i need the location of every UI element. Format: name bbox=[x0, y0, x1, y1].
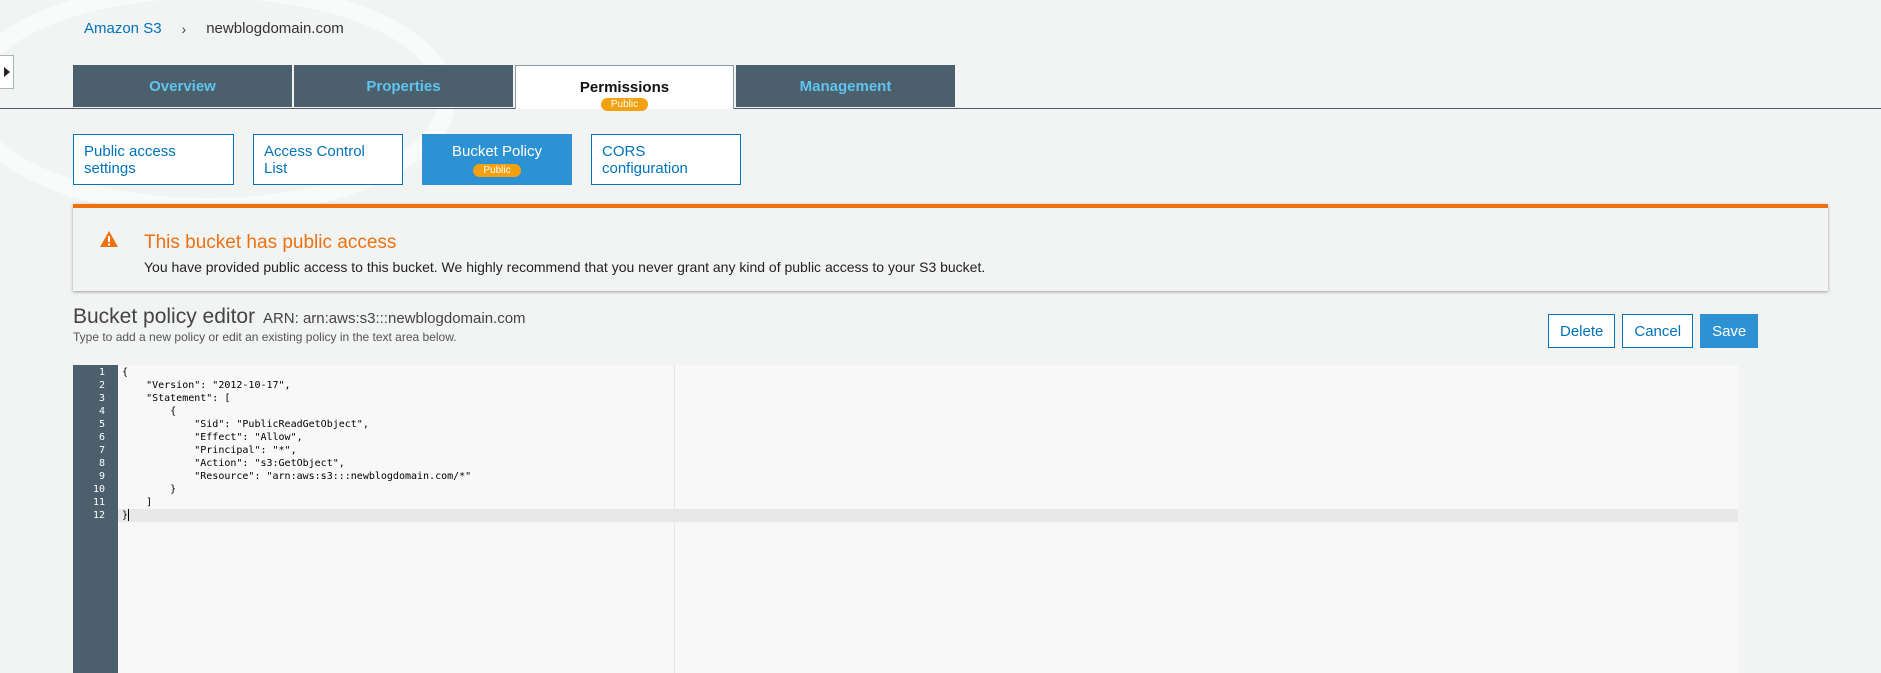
tab-management[interactable]: Management bbox=[736, 65, 955, 107]
permissions-subtabs: Public access settings Access Control Li… bbox=[73, 134, 760, 185]
code-line: } bbox=[122, 484, 177, 495]
line-number-gutter: 1 2 3 4 5 6 7 8 9 10 11 12 bbox=[73, 365, 118, 673]
public-access-alert: This bucket has public access You have p… bbox=[73, 204, 1828, 291]
line-number: 10 bbox=[92, 484, 105, 495]
subtab-access-control-list[interactable]: Access Control List bbox=[253, 134, 403, 185]
tab-label: Overview bbox=[149, 77, 216, 95]
tab-overview[interactable]: Overview bbox=[73, 65, 292, 107]
breadcrumb-bucket: newblogdomain.com bbox=[206, 20, 344, 37]
sidebar-toggle[interactable] bbox=[0, 55, 14, 89]
tab-permissions[interactable]: Permissions Public bbox=[515, 65, 734, 111]
code-line: ] bbox=[122, 497, 153, 508]
code-line: "Sid": "PublicReadGetObject", bbox=[122, 419, 369, 430]
alert-title: This bucket has public access bbox=[144, 232, 397, 253]
code-line: "Principal": "*", bbox=[122, 445, 297, 456]
warning-icon bbox=[99, 230, 119, 253]
editor-heading: Bucket policy editor ARN: arn:aws:s3:::n… bbox=[73, 305, 526, 329]
policy-code-editor[interactable]: 1 2 3 4 5 6 7 8 9 10 11 12 { "Version": … bbox=[73, 365, 1738, 673]
subtab-label: Bucket Policy bbox=[451, 142, 543, 160]
subtab-cors-configuration[interactable]: CORS configuration bbox=[591, 134, 741, 185]
cancel-button[interactable]: Cancel bbox=[1622, 314, 1694, 348]
caret-right-icon bbox=[3, 67, 10, 77]
subtab-label: Public access settings bbox=[84, 142, 176, 177]
code-line: "Action": "s3:GetObject", bbox=[122, 458, 345, 469]
line-number: 5 bbox=[98, 419, 105, 430]
line-number: 9 bbox=[98, 471, 105, 482]
main-tabs: Overview Properties Permissions Public M… bbox=[73, 65, 957, 111]
chevron-right-icon: › bbox=[181, 20, 187, 37]
public-badge: Public bbox=[600, 98, 649, 111]
editor-title: Bucket policy editor bbox=[73, 305, 256, 328]
line-number: 11 bbox=[92, 497, 105, 508]
code-line: "Effect": "Allow", bbox=[122, 432, 303, 443]
line-number: 4 bbox=[98, 406, 105, 417]
breadcrumb: Amazon S3 › newblogdomain.com bbox=[84, 20, 344, 37]
public-badge: Public bbox=[473, 163, 521, 177]
delete-button[interactable]: Delete bbox=[1548, 314, 1616, 348]
code-line: "Resource": "arn:aws:s3:::newblogdomain.… bbox=[122, 471, 472, 482]
subtab-label: Access Control List bbox=[264, 142, 365, 177]
tab-label: Management bbox=[799, 77, 892, 95]
line-number: 1 bbox=[98, 367, 105, 378]
line-number: 8 bbox=[98, 458, 105, 469]
text-cursor bbox=[128, 509, 130, 521]
line-number: 12 bbox=[92, 510, 105, 521]
code-line: { bbox=[122, 367, 129, 378]
breadcrumb-amazon-s3[interactable]: Amazon S3 bbox=[84, 20, 162, 37]
line-number: 7 bbox=[98, 445, 105, 456]
tab-label: Permissions bbox=[579, 79, 670, 96]
editor-actions: Delete Cancel Save bbox=[1548, 314, 1759, 348]
subtab-label: CORS configuration bbox=[602, 142, 688, 177]
code-line-current: } bbox=[118, 509, 1738, 522]
code-line: "Version": "2012-10-17", bbox=[122, 380, 291, 391]
code-line: { bbox=[122, 406, 177, 417]
bucket-arn: ARN: arn:aws:s3:::newblogdomain.com bbox=[262, 310, 526, 327]
save-button[interactable]: Save bbox=[1700, 314, 1759, 348]
subtab-bucket-policy[interactable]: Bucket Policy Public bbox=[422, 134, 572, 185]
line-number: 2 bbox=[98, 380, 105, 391]
code-line: "Statement": [ bbox=[122, 393, 231, 404]
tab-label: Properties bbox=[366, 77, 441, 95]
editor-hint: Type to add a new policy or edit an exis… bbox=[73, 330, 457, 344]
line-number: 3 bbox=[98, 393, 105, 404]
line-number: 6 bbox=[98, 432, 105, 443]
subtab-public-access-settings[interactable]: Public access settings bbox=[73, 134, 234, 185]
tab-properties[interactable]: Properties bbox=[294, 65, 513, 107]
code-text-area[interactable]: { "Version": "2012-10-17", "Statement": … bbox=[118, 365, 1738, 673]
alert-message: You have provided public access to this … bbox=[144, 259, 986, 275]
